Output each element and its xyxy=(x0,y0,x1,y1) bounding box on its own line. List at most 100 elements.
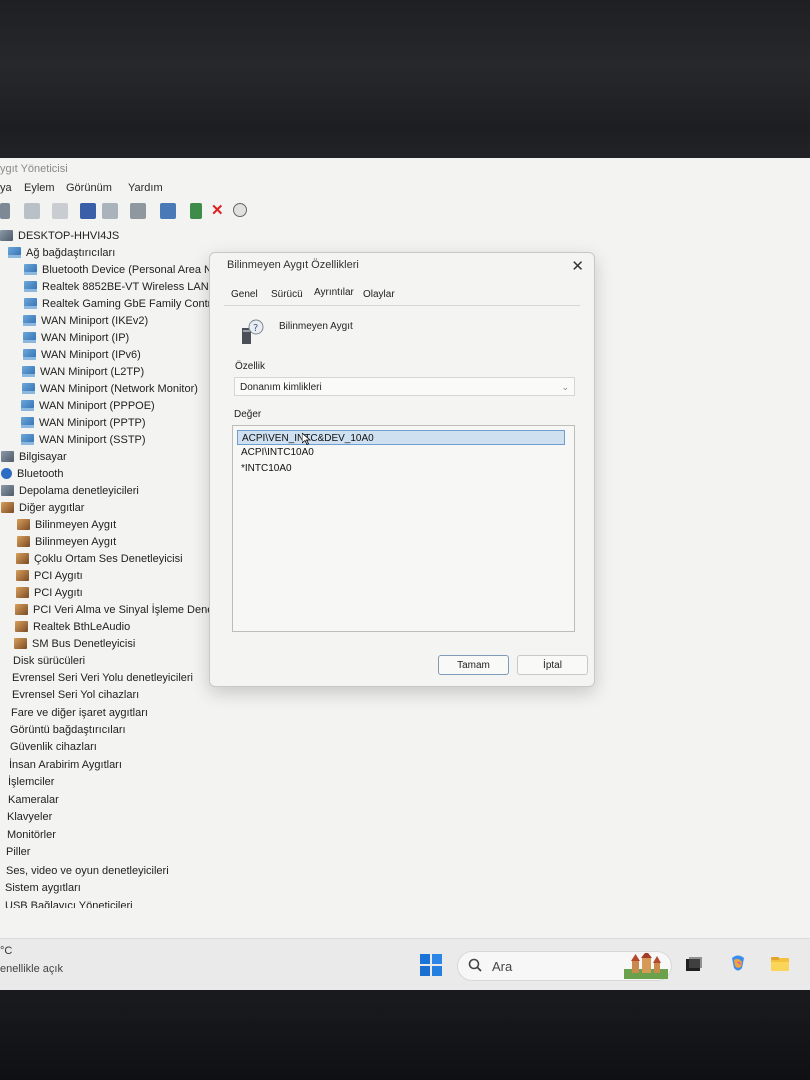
tree-item[interactable]: WAN Miniport (Network Monitor) xyxy=(22,381,198,398)
unknown-device-icon xyxy=(16,587,29,598)
tree-group[interactable]: Piller xyxy=(6,844,30,861)
tree-item[interactable]: Realtek BthLeAudio xyxy=(15,619,130,636)
tree-group[interactable]: İnsan Arabirim Aygıtları xyxy=(9,757,122,774)
tree-item[interactable]: Bluetooth Device (Personal Area Net xyxy=(24,262,221,279)
tree-item[interactable]: Bilinmeyen Aygıt xyxy=(17,517,116,534)
tab-events[interactable]: Olaylar xyxy=(363,289,395,300)
tree-group[interactable]: Kameralar xyxy=(8,792,59,809)
network-adapter-icon xyxy=(21,434,34,445)
tree-item[interactable]: PCI Veri Alma ve Sinyal İşleme Denet xyxy=(15,602,216,619)
tree-item[interactable]: SM Bus Denetleyicisi xyxy=(14,636,135,653)
unknown-device-icon xyxy=(16,553,29,564)
tree-group[interactable]: Disk sürücüleri xyxy=(13,653,85,670)
tree-group[interactable]: Ses, video ve oyun denetleyicileri xyxy=(6,863,169,880)
value-label: Değer xyxy=(234,409,262,420)
property-selected: Donanım kimlikleri xyxy=(240,382,322,393)
unknown-device-icon xyxy=(15,621,28,632)
value-item[interactable]: ACPI\VEN_INTC&DEV_10A0 xyxy=(237,430,565,445)
properties-icon[interactable] xyxy=(24,203,40,219)
uninstall-icon[interactable]: ✕ xyxy=(211,203,227,219)
network-adapter-icon xyxy=(23,315,36,326)
tree-group-other[interactable]: Diğer aygıtlar xyxy=(1,500,84,517)
menu-view[interactable]: Görünüm xyxy=(66,182,112,194)
network-adapter-icon xyxy=(24,264,37,275)
tree-group[interactable]: Güvenlik cihazları xyxy=(10,739,97,756)
tree-item[interactable]: WAN Miniport (L2TP) xyxy=(22,364,144,381)
scan-hardware-icon[interactable] xyxy=(130,203,146,219)
tree-item[interactable]: WAN Miniport (PPTP) xyxy=(21,415,146,432)
menu-file[interactable]: ya xyxy=(0,182,12,194)
chevron-down-icon: ⌄ xyxy=(561,382,569,392)
search-placeholder: Ara xyxy=(492,959,513,974)
tab-details[interactable]: Ayrıntılar xyxy=(314,287,354,299)
tree-group[interactable]: Sistem aygıtları xyxy=(5,880,81,897)
weather-desc[interactable]: enellikle açık xyxy=(0,963,63,975)
menu-help[interactable]: Yardım xyxy=(128,182,163,194)
tree-item[interactable]: WAN Miniport (SSTP) xyxy=(21,432,146,449)
tree-item[interactable]: WAN Miniport (PPPOE) xyxy=(21,398,155,415)
tree-group-storage[interactable]: Depolama denetleyicileri xyxy=(1,483,139,500)
value-item[interactable]: *INTC10A0 xyxy=(237,461,292,476)
unknown-device-icon xyxy=(16,570,29,581)
copilot-icon[interactable] xyxy=(728,954,748,974)
unknown-device-icon xyxy=(17,519,30,530)
tree-group-bluetooth[interactable]: Bluetooth xyxy=(1,466,63,483)
network-adapter-icon xyxy=(22,383,35,394)
tree-item[interactable]: PCI Aygıtı xyxy=(16,585,83,602)
tree-group[interactable]: Evrensel Seri Yol cihazları xyxy=(12,687,139,704)
tree-item[interactable]: Realtek Gaming GbE Family Control xyxy=(24,296,220,313)
weather-temp[interactable]: °C xyxy=(0,945,12,957)
close-icon[interactable]: ✕ xyxy=(571,257,584,275)
tab-general[interactable]: Genel xyxy=(231,289,258,300)
tab-driver[interactable]: Sürücü xyxy=(271,289,303,300)
tree-item[interactable]: WAN Miniport (IP) xyxy=(23,330,129,347)
forward-icon[interactable] xyxy=(0,203,10,219)
tree-item[interactable]: PCI Aygıtı xyxy=(16,568,83,585)
tree-group[interactable]: Klavyeler xyxy=(7,809,52,826)
value-item[interactable]: ACPI\INTC10A0 xyxy=(237,445,314,460)
tree-item[interactable]: Bilinmeyen Aygıt xyxy=(17,534,116,551)
file-explorer-icon[interactable] xyxy=(770,954,790,974)
view-icon[interactable] xyxy=(102,203,118,219)
tab-divider xyxy=(224,305,580,306)
tree-item[interactable]: Realtek 8852BE-VT Wireless LAN Wi xyxy=(24,279,225,296)
windows-start-icon[interactable] xyxy=(420,954,442,976)
tree-item[interactable]: Çoklu Ortam Ses Denetleyicisi xyxy=(16,551,183,568)
monitor-icon[interactable] xyxy=(160,203,176,219)
storage-icon xyxy=(1,485,14,496)
device-name: Bilinmeyen Aygıt xyxy=(279,321,353,332)
update-driver-icon[interactable] xyxy=(190,203,202,219)
tree-group[interactable]: Görüntü bağdaştırıcıları xyxy=(10,722,126,739)
network-adapter-icon xyxy=(24,298,37,309)
task-view-icon[interactable] xyxy=(684,954,704,974)
tree-item[interactable]: WAN Miniport (IKEv2) xyxy=(23,313,148,330)
properties-dialog: Bilinmeyen Aygıt Özellikleri ✕ Genel Sür… xyxy=(209,252,595,687)
search-icon xyxy=(468,958,482,972)
dialog-title: Bilinmeyen Aygıt Özellikleri xyxy=(227,259,359,271)
property-label: Özellik xyxy=(235,361,266,372)
tree-group[interactable]: Evrensel Seri Veri Yolu denetleyicileri xyxy=(12,670,193,687)
help-icon[interactable] xyxy=(80,203,96,219)
tree-group[interactable]: USB Bağlayıcı Yöneticileri xyxy=(5,898,133,908)
property-select[interactable]: Donanım kimlikleri ⌄ xyxy=(234,377,575,396)
tree-group[interactable]: Monitörler xyxy=(7,827,56,844)
tree-group-network[interactable]: Ağ bağdaştırıcıları xyxy=(8,245,115,262)
window-title: ygıt Yöneticisi xyxy=(0,163,68,175)
disable-icon[interactable] xyxy=(233,203,247,217)
cancel-button[interactable]: İptal xyxy=(517,655,588,675)
unknown-device-icon xyxy=(14,638,27,649)
tree-group[interactable]: İşlemciler xyxy=(8,774,54,791)
taskbar-search[interactable]: Ara xyxy=(457,951,672,981)
show-hidden-icon[interactable] xyxy=(52,203,68,219)
taskbar: °C enellikle açık Ara xyxy=(0,938,810,990)
computer-icon xyxy=(0,230,13,241)
value-list[interactable]: ACPI\VEN_INTC&DEV_10A0 ACPI\INTC10A0 *IN… xyxy=(232,425,575,632)
mouse-cursor-icon xyxy=(302,433,311,445)
tree-group[interactable]: Fare ve diğer işaret aygıtları xyxy=(11,705,148,722)
menu-action[interactable]: Eylem xyxy=(24,182,55,194)
ok-button[interactable]: Tamam xyxy=(438,655,509,675)
tree-item[interactable]: WAN Miniport (IPv6) xyxy=(23,347,141,364)
unknown-device-icon: ? xyxy=(242,319,264,344)
tree-group-computer[interactable]: Bilgisayar xyxy=(1,449,67,466)
tree-root[interactable]: DESKTOP-HHVI4JS xyxy=(0,228,119,245)
